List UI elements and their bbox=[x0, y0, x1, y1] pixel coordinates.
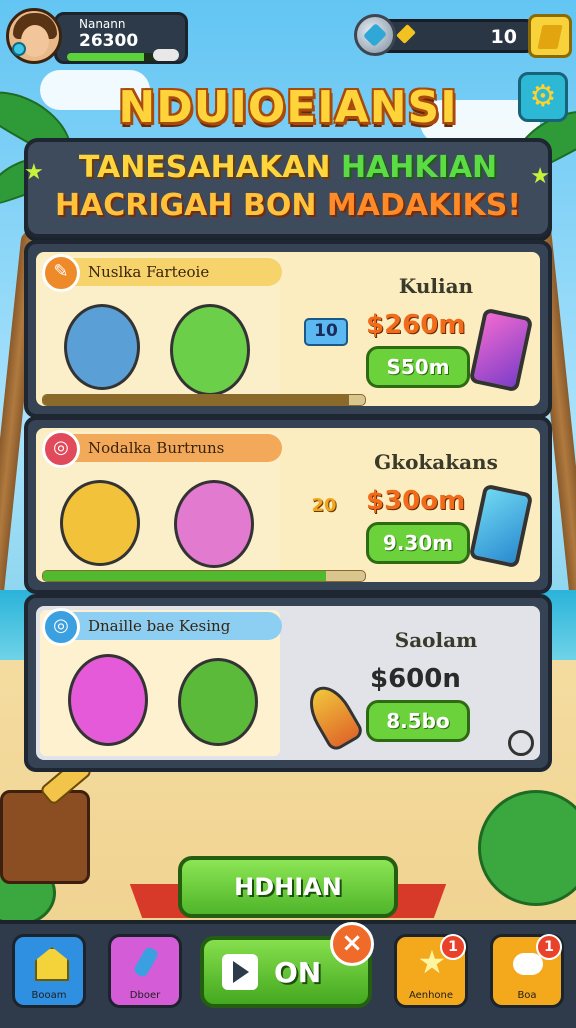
level-gem-icon bbox=[12, 42, 26, 56]
phone-icon bbox=[468, 307, 534, 393]
banner-line-2-b: MADAKIKS! bbox=[326, 188, 522, 223]
fisherman-character bbox=[64, 304, 140, 390]
nav-label: Boa bbox=[517, 990, 537, 1001]
nav-label: Aenhone bbox=[408, 990, 454, 1001]
promo-banner: ★ ★ TANESAHAKAN HAHKIAN HACRIGAH BON MAD… bbox=[24, 138, 552, 238]
cloud-icon bbox=[513, 953, 543, 975]
offer-card[interactable]: ◎ Nodalka Burtruns Gkokakans 20 $30om 9.… bbox=[24, 416, 552, 594]
yellow-creature-character bbox=[60, 480, 140, 566]
xp-bar-fill bbox=[67, 53, 144, 61]
xp-bar bbox=[67, 53, 157, 61]
green-creature-character bbox=[170, 304, 250, 396]
banner-line-2-a: HACRIGAH BON bbox=[54, 188, 317, 223]
offer-price: $260m bbox=[366, 310, 466, 340]
avatar[interactable] bbox=[6, 8, 62, 64]
ring-icon: ◎ bbox=[42, 430, 80, 468]
home-icon bbox=[35, 947, 69, 981]
quantity-badge: 10 bbox=[304, 318, 348, 346]
buy-button[interactable]: 8.5bo bbox=[366, 700, 470, 742]
banner-line-2: HACRIGAH BON MADAKIKS! bbox=[28, 188, 548, 223]
kid-in-gift-box-character bbox=[178, 658, 258, 746]
brush-icon bbox=[132, 945, 160, 979]
offer-price: $30om bbox=[366, 486, 466, 516]
offer-tag-label: Dnaille bae Kesing bbox=[88, 617, 231, 635]
gold-bar-button[interactable] bbox=[528, 14, 572, 58]
offer-card-inner: ✎ Nuslka Farteoie Kulian 10 $260m S50m bbox=[36, 252, 540, 406]
offer-tag-label: Nuslka Farteoie bbox=[88, 263, 210, 281]
pink-creature-character bbox=[68, 654, 148, 746]
currency-panel[interactable]: 10 bbox=[354, 14, 572, 58]
notification-badge: 1 bbox=[440, 934, 466, 960]
gem-icon bbox=[354, 14, 396, 56]
quantity-badge: 20 bbox=[311, 495, 337, 516]
buy-button[interactable]: S50m bbox=[366, 346, 470, 388]
banner-line-1-b: HAHKIAN bbox=[340, 150, 498, 185]
player-panel[interactable]: Nanann 26300 bbox=[6, 8, 188, 64]
offer-title: Gkokakans bbox=[374, 450, 498, 474]
offer-tag: ◎ Dnaille bae Kesing bbox=[42, 608, 282, 646]
offer-card[interactable]: ✎ Nuslka Farteoie Kulian 10 $260m S50m bbox=[24, 240, 552, 418]
xp-toggle[interactable] bbox=[153, 49, 179, 61]
offer-tag: ✎ Nuslka Farteoie bbox=[42, 254, 282, 292]
bottom-nav: Booam Dboer ON × ★ Aenhone 1 Boa 1 bbox=[0, 920, 576, 1028]
nav-button-booam[interactable]: Booam bbox=[12, 934, 86, 1008]
offer-tag: ◎ Nodalka Burtruns bbox=[42, 430, 282, 468]
play-icon bbox=[222, 954, 258, 990]
offer-card[interactable]: ◎ Dnaille bae Kesing Saolam $600n 8.5bo bbox=[24, 594, 552, 772]
notification-badge: 1 bbox=[536, 934, 562, 960]
nav-label: Dboer bbox=[129, 990, 161, 1001]
bush bbox=[478, 790, 576, 906]
nav-label: Booam bbox=[31, 990, 67, 1001]
offer-progress-fill bbox=[43, 395, 349, 405]
buy-button[interactable]: 9.30m bbox=[366, 522, 470, 564]
offer-progress bbox=[42, 570, 366, 582]
player-info-box: Nanann 26300 bbox=[54, 12, 188, 64]
page-title: NDUIOEIANSI bbox=[118, 82, 458, 133]
offer-progress-fill bbox=[43, 571, 327, 581]
close-icon[interactable]: × bbox=[330, 922, 374, 966]
offer-card-inner: ◎ Nodalka Burtruns Gkokakans 20 $30om 9.… bbox=[36, 428, 540, 582]
banner-line-1: TANESAHAKAN HAHKIAN bbox=[28, 150, 548, 185]
treasure-chest bbox=[0, 790, 90, 884]
nav-button-dboer[interactable]: Dboer bbox=[108, 934, 182, 1008]
on-button-label: ON bbox=[274, 956, 322, 989]
phone-icon bbox=[468, 483, 534, 569]
offer-price: $600n bbox=[370, 664, 461, 694]
player-name: Nanann bbox=[79, 17, 126, 31]
gems-value: 10 bbox=[490, 26, 517, 48]
kid-in-box-character bbox=[174, 480, 254, 568]
offer-tag-label: Nodalka Burtruns bbox=[88, 439, 225, 457]
ice-cream-icon bbox=[300, 678, 366, 754]
offer-progress bbox=[42, 394, 366, 406]
main-action-button[interactable]: HDHIAN bbox=[178, 856, 398, 918]
banner-line-1-a: TANESAHAKAN bbox=[78, 150, 331, 185]
offer-card-inner: ◎ Dnaille bae Kesing Saolam $600n 8.5bo bbox=[36, 606, 540, 760]
ring-icon: ◎ bbox=[42, 608, 80, 646]
offer-title: Saolam bbox=[394, 628, 478, 652]
offer-title: Kulian bbox=[398, 274, 474, 298]
player-score: 26300 bbox=[79, 31, 139, 51]
brush-icon: ✎ bbox=[42, 254, 80, 292]
no-sign-icon bbox=[508, 730, 534, 756]
